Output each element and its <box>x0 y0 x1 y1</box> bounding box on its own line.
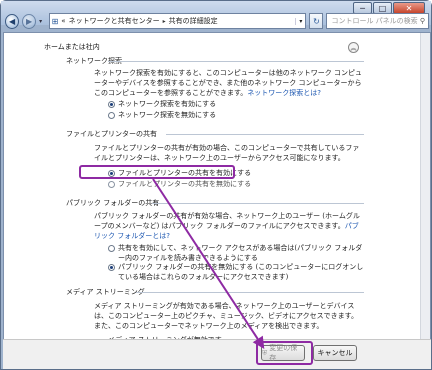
public-desc-text: パブリック フォルダーの共有が有効な場合、ネットワーク上のユーザー (ホームグル… <box>94 212 360 230</box>
radio-unselected[interactable] <box>108 181 115 188</box>
breadcrumb-separator-icon[interactable]: ▸ <box>163 18 166 25</box>
radio-unselected[interactable] <box>108 112 115 119</box>
chevron-down-icon[interactable]: ▾ <box>39 18 45 25</box>
window: ─ □ ✕ ◀ ▶ ▾ ⊞ « ネットワークと共有センター ▸ 共有の詳細設定 … <box>0 0 432 370</box>
discovery-description: ネットワーク探索を有効にすると、このコンピューターは他のネットワーク コンピュー… <box>94 68 362 98</box>
forward-arrow-icon[interactable]: ▶ <box>22 13 37 29</box>
public-folder-off-option[interactable]: パブリック フォルダーの共有を無効にする (このコンピューターにログオンしている… <box>108 262 364 282</box>
file-printer-description: ファイルとプリンターの共有が有効の場合、このコンピューターで共有しているファイル… <box>94 144 360 162</box>
profile-header: ホームまたは社内 <box>44 43 100 51</box>
back-arrow-icon[interactable]: ◀ <box>5 13 20 29</box>
cancel-label: キャンセル <box>317 349 353 357</box>
option-label: ファイルとプリンターの共有を無効にする <box>118 180 252 188</box>
highlight-box-file-printer <box>79 165 235 179</box>
option-label: ネットワーク探索を有効にする <box>118 100 217 108</box>
network-icon: ⊞ <box>51 16 59 26</box>
highlight-box-save <box>256 341 313 365</box>
radio-selected[interactable] <box>108 101 115 108</box>
discovery-desc-text: ネットワーク探索を有効にすると、このコンピューターは他のネットワーク コンピュー… <box>94 69 363 97</box>
option-label: 共有を有効にして、ネットワーク アクセスがある場合は(パブリック フォルダー内の… <box>118 244 363 262</box>
option-label: ネットワーク探索を無効にする <box>118 111 217 119</box>
search-input[interactable]: コントロール パネルの検索 ⚲ <box>326 13 430 29</box>
public-folder-on-option[interactable]: 共有を有効にして、ネットワーク アクセスがある場合は(パブリック フォルダー内の… <box>108 243 364 263</box>
breadcrumb-network-center[interactable]: ネットワークと共有センター <box>69 16 160 26</box>
divider <box>166 134 364 135</box>
public-folder-title: パブリック フォルダーの共有 <box>66 199 160 207</box>
settings-panel: ホームまたは社内 ︽ ネットワーク探索 ネットワーク探索を有効にすると、このコン… <box>3 32 431 369</box>
search-placeholder: コントロール パネルの検索 <box>331 17 418 25</box>
address-dropdown-icon[interactable]: ▾ <box>295 17 305 25</box>
refresh-icon[interactable]: ↻ <box>309 13 324 29</box>
breadcrumb-overflow[interactable]: « <box>61 17 65 25</box>
discovery-on-option[interactable]: ネットワーク探索を有効にする <box>108 99 364 109</box>
button-bar <box>3 339 431 369</box>
file-printer-title: ファイルとプリンターの共有 <box>66 130 157 138</box>
search-icon: ⚲ <box>419 17 426 25</box>
radio-unselected[interactable] <box>108 245 115 252</box>
address-bar[interactable]: ⊞ « ネットワークと共有センター ▸ 共有の詳細設定 ▾ <box>48 13 307 29</box>
navigation-bar: ◀ ▶ ▾ ⊞ « ネットワークと共有センター ▸ 共有の詳細設定 ▾ ↻ コン… <box>5 12 430 30</box>
cancel-button[interactable]: キャンセル <box>313 345 357 361</box>
divider <box>152 203 364 204</box>
radio-selected[interactable] <box>108 264 115 271</box>
scrollbar[interactable] <box>420 33 430 368</box>
breadcrumb-advanced-sharing[interactable]: 共有の詳細設定 <box>169 16 218 26</box>
option-label: パブリック フォルダーの共有を無効にする (このコンピューターにログオンしている… <box>118 263 364 281</box>
discovery-help-link[interactable]: ネットワーク探索とは? <box>247 89 321 97</box>
divider <box>108 61 364 62</box>
media-title: メディア ストリーミング <box>66 288 145 296</box>
collapse-chevron-icon[interactable]: ︽ <box>348 42 359 53</box>
discovery-off-option[interactable]: ネットワーク探索を無効にする <box>108 110 364 120</box>
public-folder-description: パブリック フォルダーの共有が有効な場合、ネットワーク上のユーザー (ホームグル… <box>94 211 362 241</box>
file-printer-off-option[interactable]: ファイルとプリンターの共有を無効にする <box>108 179 364 189</box>
media-description: メディア ストリーミングが有効である場合、ネットワーク上のユーザーとデバイスは、… <box>94 302 358 330</box>
divider <box>136 292 364 293</box>
